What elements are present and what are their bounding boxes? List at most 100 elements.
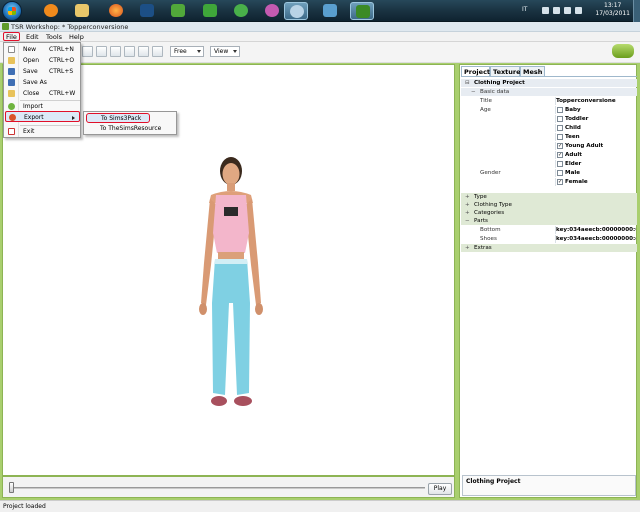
age-option-row: Toddler: [461, 115, 637, 123]
tree-root[interactable]: ⊟ Clothing Project: [461, 79, 637, 87]
animation-bar: Play: [2, 476, 455, 498]
firefox-icon[interactable]: [104, 2, 128, 20]
flag-icon[interactable]: [542, 7, 549, 14]
clothing-type-category[interactable]: + Clothing Type: [461, 201, 637, 209]
export-to-sims3pack[interactable]: To Sims3Pack: [86, 113, 150, 123]
menu-tools[interactable]: Tools: [44, 33, 64, 41]
shoes-part-row[interactable]: Shoes key:034aeecb:00000000:d...: [461, 235, 637, 243]
timeline-slider[interactable]: [9, 487, 425, 489]
description-box: Clothing Project: [462, 475, 636, 496]
age-checkbox[interactable]: [557, 161, 563, 167]
file-menu: New CTRL+N Open CTRL+O Save CTRL+S Save …: [3, 42, 81, 138]
skeleton-tool-icon[interactable]: [124, 46, 135, 57]
expand-icon[interactable]: +: [465, 209, 470, 217]
bone-tool-icon[interactable]: [152, 46, 163, 57]
new-file-icon: [8, 46, 15, 53]
sims3-icon[interactable]: [198, 2, 222, 20]
workshop-icon[interactable]: [350, 2, 374, 20]
age-option-label: Elder: [565, 161, 582, 167]
extras-category[interactable]: + Extras: [461, 244, 637, 252]
language-indicator[interactable]: IT: [522, 6, 527, 13]
tab-mesh[interactable]: Mesh: [520, 66, 545, 76]
clock-time: 13:17: [604, 2, 622, 9]
camera-tool-icon[interactable]: [110, 46, 121, 57]
parts-category[interactable]: − Parts: [461, 217, 637, 225]
menu-edit[interactable]: Edit: [24, 33, 41, 41]
page-tool-icon[interactable]: [96, 46, 107, 57]
menu-item-open[interactable]: Open CTRL+O: [5, 55, 80, 66]
view-select[interactable]: View: [210, 46, 240, 57]
timeline-slider-thumb[interactable]: [9, 482, 14, 493]
status-bar: Project loaded: [0, 500, 640, 512]
clock-date: 17/03/2011: [595, 10, 630, 17]
view-label: View: [214, 48, 229, 55]
network-icon[interactable]: [564, 7, 571, 14]
collapse-icon[interactable]: −: [465, 217, 470, 225]
sim-model-preview[interactable]: [191, 153, 271, 418]
age-option-label: Child: [565, 125, 581, 131]
age-checkbox[interactable]: [557, 107, 563, 113]
system-icon[interactable]: [284, 2, 308, 20]
menu-item-save[interactable]: Save CTRL+S: [5, 66, 80, 77]
show-desktop-button[interactable]: [633, 0, 640, 22]
volume-icon[interactable]: [575, 7, 582, 14]
basic-data-category[interactable]: − Basic data: [461, 88, 637, 96]
age-option-label: Young Adult: [565, 143, 604, 149]
start-button[interactable]: [2, 1, 22, 21]
expand-icon[interactable]: +: [465, 193, 470, 201]
bottom-part-label: Bottom: [480, 227, 501, 233]
menu-item-exit[interactable]: Exit: [5, 126, 80, 137]
menu-item-export[interactable]: Export: [5, 111, 80, 122]
type-label: Type: [474, 194, 487, 200]
grid-tool-icon[interactable]: [82, 46, 93, 57]
age-checkbox[interactable]: [557, 125, 563, 131]
gender-checkbox[interactable]: [557, 170, 563, 176]
age-option-row: ✓ Adult: [461, 151, 637, 159]
tab-project[interactable]: Project: [461, 66, 490, 76]
collapse-icon[interactable]: −: [471, 88, 476, 96]
sims3-alt-icon[interactable]: [229, 2, 253, 20]
camera-mode-select[interactable]: Free: [170, 46, 204, 57]
gender-checkbox[interactable]: ✓: [557, 179, 563, 185]
age-option-row: ✓ Young Adult: [461, 142, 637, 150]
gender-option-label: Male: [565, 170, 581, 176]
menu-item-save-as[interactable]: Save As: [5, 77, 80, 88]
age-checkbox[interactable]: [557, 116, 563, 122]
sims3-launcher-icon[interactable]: [166, 2, 190, 20]
description-title: Clothing Project: [466, 478, 521, 485]
title-label: Title: [480, 98, 492, 104]
bottom-part-row[interactable]: Bottom key:034aeecb:00000000:6...: [461, 226, 637, 234]
extras-label: Extras: [474, 245, 492, 251]
paint-icon[interactable]: [260, 2, 284, 20]
menu-file[interactable]: File: [3, 32, 20, 41]
expand-icon[interactable]: +: [465, 201, 470, 209]
menubar: File Edit Tools Help: [0, 32, 640, 42]
create-a-world-icon[interactable]: [318, 2, 342, 20]
categories-category[interactable]: + Categories: [461, 209, 637, 217]
collapse-icon[interactable]: ⊟: [465, 79, 470, 87]
export-to-thesimsresource[interactable]: To TheSimsResource: [86, 124, 176, 134]
type-category[interactable]: + Type: [461, 193, 637, 201]
age-checkbox[interactable]: [557, 134, 563, 140]
expand-icon[interactable]: +: [465, 244, 470, 252]
parts-label: Parts: [474, 218, 488, 224]
clock[interactable]: 13:17 17/03/2011: [595, 2, 630, 18]
play-button[interactable]: Play: [428, 483, 452, 495]
title-value[interactable]: Topperconversione: [556, 97, 636, 105]
tab-texture[interactable]: Texture: [490, 66, 521, 76]
menu-help[interactable]: Help: [67, 33, 86, 41]
menu-item-close[interactable]: Close CTRL+W: [5, 88, 80, 99]
age-checkbox[interactable]: ✓: [557, 143, 563, 149]
chevron-down-icon: [197, 50, 201, 53]
age-checkbox[interactable]: ✓: [557, 152, 563, 158]
tsr-workshop-logo: [612, 44, 636, 60]
media-player-icon[interactable]: [39, 2, 63, 20]
power-icon[interactable]: [553, 7, 560, 14]
floor-tool-icon[interactable]: [138, 46, 149, 57]
menu-item-new[interactable]: New CTRL+N: [5, 44, 80, 55]
age-option-label: Baby: [565, 107, 581, 113]
photoshop-icon[interactable]: [135, 2, 159, 20]
bottom-part-value[interactable]: key:034aeecb:00000000:6...: [556, 226, 636, 234]
folder-icon[interactable]: [70, 2, 94, 20]
shoes-part-value[interactable]: key:034aeecb:00000000:d...: [556, 235, 636, 243]
